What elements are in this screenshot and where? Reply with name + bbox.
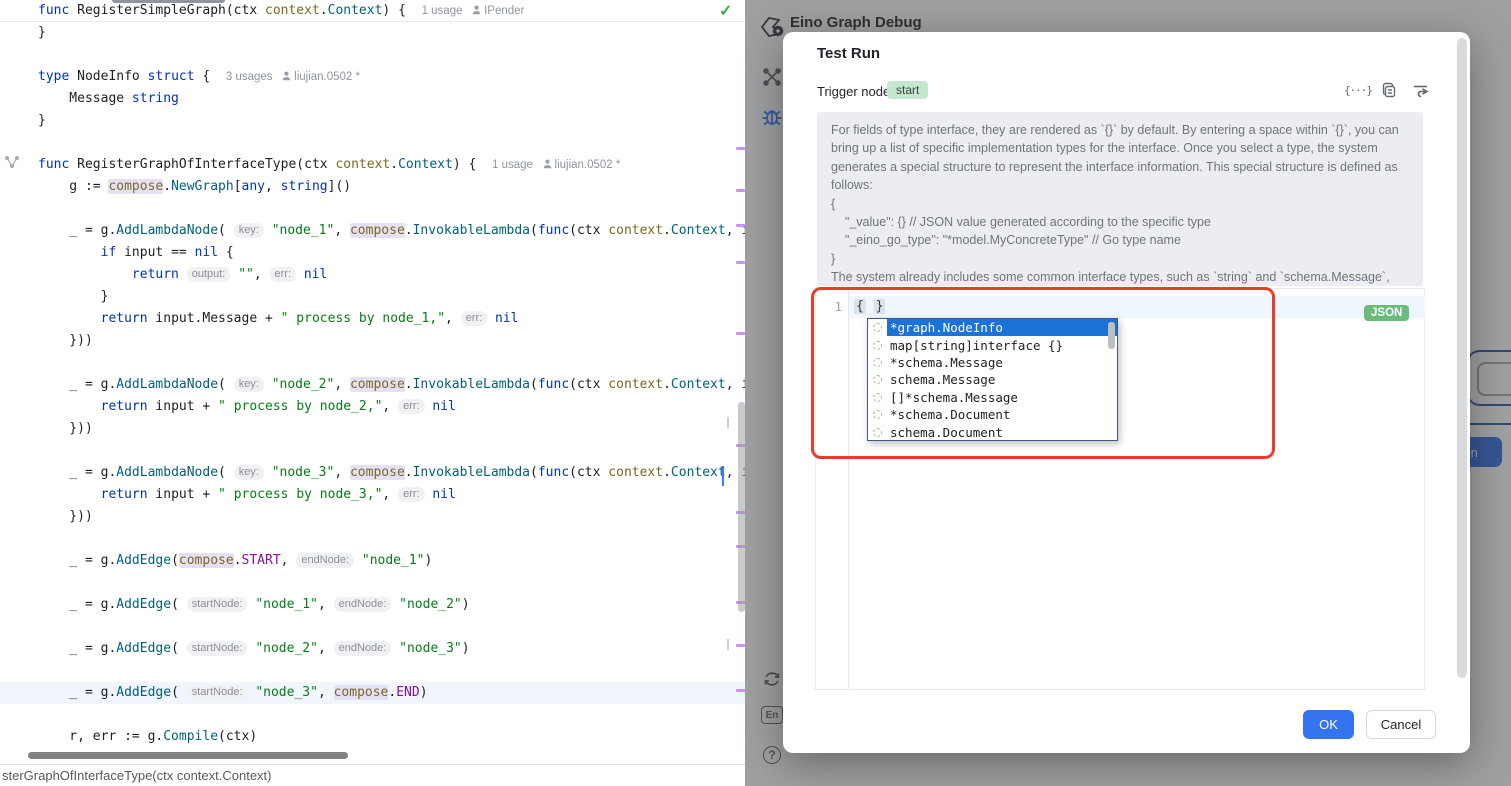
code-line[interactable]: _ = g.AddEdge(compose.START, endNode: "n… bbox=[0, 550, 745, 572]
code-line[interactable]: return input.Message + " process by node… bbox=[0, 308, 745, 330]
code-line[interactable] bbox=[0, 616, 745, 638]
copy-icon[interactable] bbox=[1380, 81, 1398, 99]
editor-horizontal-scrollbar[interactable] bbox=[28, 752, 348, 759]
dialog-title: Test Run bbox=[817, 45, 880, 62]
type-circle-icon bbox=[873, 358, 882, 367]
code-line[interactable]: func RegisterSimpleGraph(ctx context.Con… bbox=[0, 0, 745, 22]
trigger-node-label: Trigger node bbox=[817, 84, 890, 99]
code-line[interactable] bbox=[0, 528, 745, 550]
code-editor[interactable]: func RegisterSimpleGraph(ctx context.Con… bbox=[0, 0, 745, 786]
type-circle-icon bbox=[873, 410, 882, 419]
code-line[interactable]: })) bbox=[0, 506, 745, 528]
code-line[interactable] bbox=[0, 660, 745, 682]
code-line[interactable] bbox=[0, 704, 745, 726]
completion-item-label: schema.Message bbox=[887, 371, 1117, 388]
completion-popup: *graph.NodeInfomap[string]interface {}*s… bbox=[867, 318, 1118, 441]
code-line[interactable]: _ = g.AddEdge( startNode: "node_2", endN… bbox=[0, 638, 745, 660]
breadcrumb[interactable]: sterGraphOfInterfaceType(ctx context.Con… bbox=[0, 764, 745, 786]
text-caret bbox=[722, 466, 724, 486]
completion-item-label: *graph.NodeInfo bbox=[887, 319, 1117, 336]
completion-item-label: *schema.Message bbox=[887, 354, 1117, 371]
test-run-dialog: Test Run Trigger node start {···} For fi… bbox=[783, 32, 1470, 753]
code-line[interactable] bbox=[0, 198, 745, 220]
code-line[interactable]: func RegisterGraphOfInterfaceType(ctx co… bbox=[0, 154, 745, 176]
scrollbar-remnant bbox=[112, 0, 225, 3]
vcs-change-stripe bbox=[736, 332, 745, 335]
code-line[interactable]: return input + " process by node_2,", er… bbox=[0, 396, 745, 418]
code-line[interactable]: } bbox=[0, 110, 745, 132]
completion-item-label: map[string]interface {} bbox=[887, 336, 1117, 353]
interface-help-text: For fields of type interface, they are r… bbox=[817, 112, 1423, 286]
completion-item-label: schema.Document bbox=[887, 423, 1117, 440]
vcs-change-stripe bbox=[736, 189, 745, 192]
type-circle-icon bbox=[873, 393, 882, 402]
breadcrumb-text: sterGraphOfInterfaceType(ctx context.Con… bbox=[2, 768, 272, 783]
type-circle-icon bbox=[873, 375, 882, 384]
code-line[interactable]: _ = g.AddLambdaNode( key: "node_2", comp… bbox=[0, 374, 745, 396]
completion-list: *graph.NodeInfomap[string]interface {}*s… bbox=[868, 319, 1117, 441]
wrap-line-icon[interactable] bbox=[1411, 81, 1429, 99]
trigger-node-badge: start bbox=[887, 81, 928, 99]
selection-tick bbox=[727, 639, 729, 650]
code-line[interactable] bbox=[0, 352, 745, 374]
code-line[interactable]: return output: "", err: nil bbox=[0, 264, 745, 286]
completion-item[interactable]: schema.Message bbox=[868, 371, 1117, 388]
vcs-change-stripe bbox=[736, 147, 745, 150]
completion-item[interactable]: map[string]interface {} bbox=[868, 336, 1117, 353]
completion-scrollbar[interactable] bbox=[1108, 322, 1115, 349]
vcs-change-stripe bbox=[736, 689, 745, 692]
inspection-ok-icon[interactable]: ✓ bbox=[719, 1, 732, 21]
code-line[interactable]: Message string bbox=[0, 88, 745, 110]
code-line[interactable]: _ = g.AddLambdaNode( key: "node_1", comp… bbox=[0, 220, 745, 242]
type-circle-icon bbox=[873, 341, 882, 350]
code-line[interactable] bbox=[0, 572, 745, 594]
type-circle-icon bbox=[873, 323, 882, 332]
completion-item[interactable]: schema.Document bbox=[868, 423, 1117, 440]
selection-tick bbox=[727, 417, 729, 428]
code-line[interactable] bbox=[0, 440, 745, 462]
vcs-change-stripe bbox=[736, 644, 745, 647]
completion-item[interactable]: *schema.Document bbox=[868, 406, 1117, 423]
code-line[interactable]: } bbox=[0, 286, 745, 308]
vcs-change-stripe bbox=[736, 261, 745, 264]
code-line[interactable] bbox=[0, 44, 745, 66]
code-line[interactable]: return input + " process by node_3,", er… bbox=[0, 484, 745, 506]
json-format-badge: JSON bbox=[1364, 305, 1409, 321]
code-line[interactable]: })) bbox=[0, 418, 745, 440]
code-line[interactable]: })) bbox=[0, 330, 745, 352]
completion-item-label: *schema.Document bbox=[887, 406, 1117, 423]
dialog-scrollbar[interactable] bbox=[1457, 38, 1467, 678]
completion-item[interactable]: *schema.Message bbox=[868, 354, 1117, 371]
dialog-toolbar: {···} bbox=[1349, 81, 1429, 99]
code-line[interactable]: type NodeInfo struct { 3 usages liujian.… bbox=[0, 66, 745, 88]
cancel-button[interactable]: Cancel bbox=[1366, 710, 1436, 739]
format-braces-icon[interactable]: {···} bbox=[1349, 81, 1367, 99]
code-line[interactable]: } bbox=[0, 22, 745, 44]
code-line[interactable]: _ = g.AddEdge( startNode: "node_1", endN… bbox=[0, 594, 745, 616]
code-line[interactable]: g := compose.NewGraph[any, string]() bbox=[0, 176, 745, 198]
code-line[interactable] bbox=[0, 132, 745, 154]
code-line[interactable]: r, err := g.Compile(ctx) bbox=[0, 726, 745, 748]
code-line[interactable]: _ = g.AddLambdaNode( key: "node_3", comp… bbox=[0, 462, 745, 484]
eino-graph-gutter-icon[interactable] bbox=[4, 155, 20, 174]
code-line[interactable]: if input == nil { bbox=[0, 242, 745, 264]
completion-item-label: []*schema.Message bbox=[887, 389, 1117, 406]
type-circle-icon bbox=[873, 428, 882, 437]
ok-button[interactable]: OK bbox=[1303, 710, 1354, 739]
code-lines: func RegisterSimpleGraph(ctx context.Con… bbox=[0, 0, 745, 748]
editor-vertical-scrollbar[interactable] bbox=[738, 402, 745, 612]
completion-item[interactable]: []*schema.Message bbox=[868, 389, 1117, 406]
completion-item[interactable]: *graph.NodeInfo bbox=[868, 319, 1117, 336]
vcs-change-stripe bbox=[736, 224, 745, 227]
code-line[interactable]: _ = g.AddEdge( startNode: "node_3", comp… bbox=[0, 682, 745, 704]
